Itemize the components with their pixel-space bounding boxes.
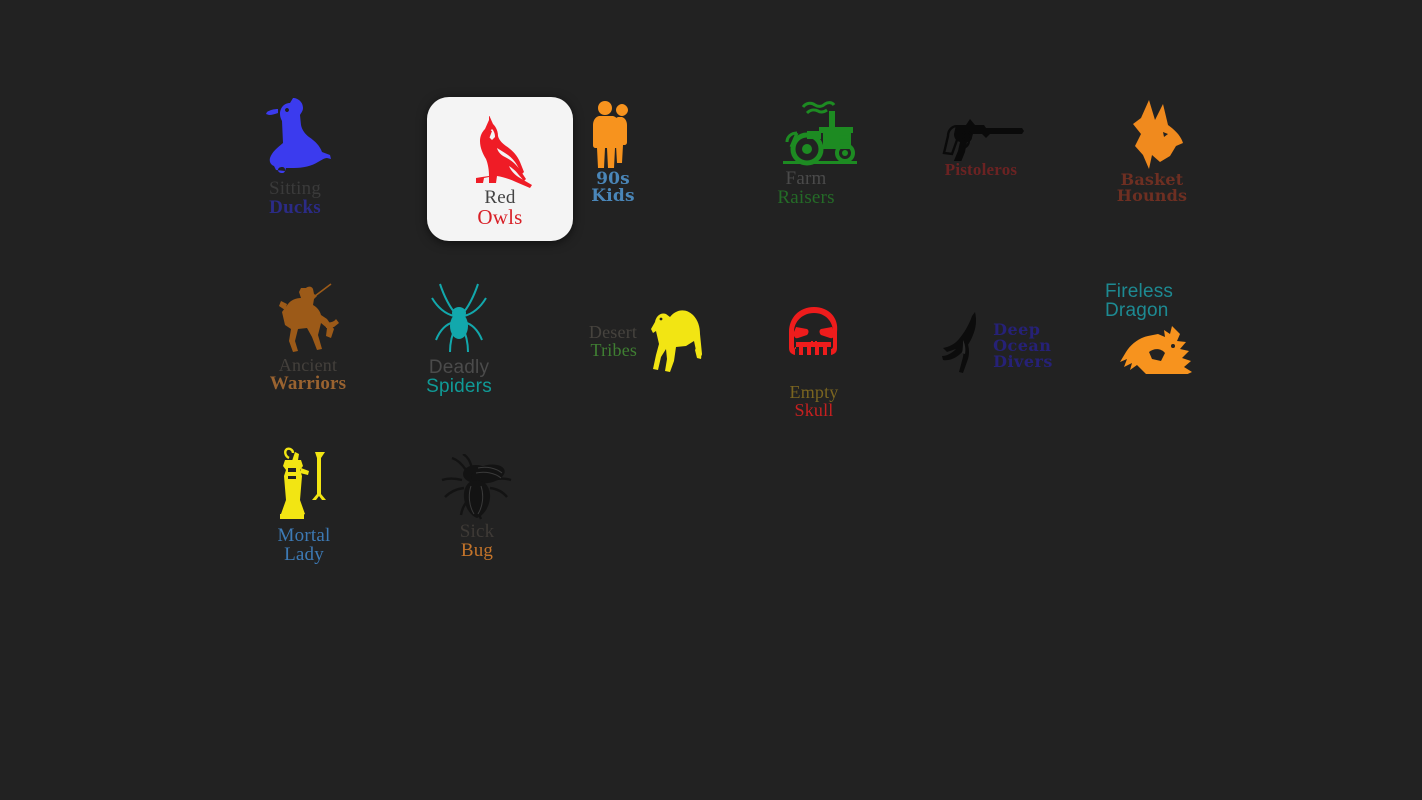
- wordmark-line-2: Kids: [591, 186, 635, 206]
- wordmark-line-1: Pistoleros: [944, 160, 1018, 180]
- wordmark-line-2: Bug: [460, 540, 494, 561]
- skull-icon: [783, 305, 845, 383]
- spider-icon: [428, 282, 490, 358]
- wordmark-line-2: Hounds: [1116, 186, 1188, 205]
- logo-card-mortal-lady[interactable]: Mortal Lady: [250, 444, 358, 566]
- wordmark-desert-tribes: Desert Tribes: [588, 321, 641, 360]
- logo-card-red-owls[interactable]: Red Owls: [427, 97, 573, 241]
- wordmark-line-2: Spiders: [426, 376, 492, 397]
- wordmark-line-2: Tribes: [590, 340, 638, 360]
- wordmark-sick-bug: Sick Bug: [459, 520, 495, 561]
- wordmark-red-owls: Red Owls: [477, 187, 523, 229]
- logo-card-basket-hounds[interactable]: Basket Hounds: [1100, 98, 1204, 204]
- logo-card-deadly-spiders[interactable]: Deadly Spiders: [408, 280, 510, 398]
- wordmark-line-2: Lady: [284, 544, 324, 565]
- egyptian-goddess-icon: [275, 446, 333, 526]
- wordmark-line-1: Desert: [588, 321, 638, 342]
- wordmark-line-2: Raisers: [777, 187, 835, 208]
- logo-gallery-canvas: Sitting Ducks Red Owls 90s Kids Farm Rai…: [0, 0, 1422, 800]
- revolver-icon: [936, 115, 1026, 164]
- wordmark-line-1: Farm: [785, 167, 827, 189]
- two-people-icon: [591, 99, 635, 171]
- wordmark-deep-ocean-divers: Deep Ocean Divers: [989, 321, 1053, 372]
- owl-icon: [456, 114, 544, 188]
- wordmark-90s-kids: 90s Kids: [591, 170, 635, 206]
- tractor-icon: [767, 97, 863, 169]
- fly-insect-icon: [440, 452, 514, 522]
- wordmark-line-1: Sitting: [268, 177, 322, 199]
- logo-card-sick-bug[interactable]: Sick Bug: [424, 450, 530, 564]
- wordmark-line-1: Sick: [459, 520, 495, 542]
- wordmark-line-3: Divers: [993, 352, 1053, 372]
- wordmark-line-1: Deadly: [428, 356, 490, 378]
- wordmark-line-1: Fireless: [1105, 280, 1174, 302]
- duck-icon: [257, 97, 333, 179]
- logo-card-sitting-ducks[interactable]: Sitting Ducks: [232, 92, 358, 222]
- dragon-head-icon: [1116, 324, 1194, 380]
- wordmark-line-2: Ducks: [269, 197, 321, 218]
- wordmark-fireless-dragon: Fireless Dragon: [1105, 280, 1205, 325]
- wordmark-mortal-lady: Mortal Lady: [277, 524, 331, 565]
- logo-card-ancient-warriors[interactable]: Ancient Warriors: [248, 276, 368, 396]
- wordmark-line-1: Empty: [789, 381, 839, 402]
- wordmark-line-2: Warriors: [269, 373, 347, 395]
- dog-head-icon: [1119, 98, 1185, 172]
- wordmark-line-2: Owls: [477, 204, 523, 229]
- logo-card-empty-skull[interactable]: Empty Skull: [768, 300, 860, 424]
- logo-card-90s-kids[interactable]: 90s Kids: [573, 96, 653, 208]
- orca-whale-icon: [941, 310, 989, 382]
- logo-card-farm-raisers[interactable]: Farm Raisers: [740, 94, 872, 210]
- wordmark-line-2: Dragon: [1105, 300, 1169, 321]
- wordmark-ancient-warriors: Ancient Warriors: [270, 356, 347, 394]
- logo-card-deep-ocean-divers[interactable]: Deep Ocean Divers: [940, 308, 1054, 384]
- logo-card-fireless-dragon[interactable]: Fireless Dragon: [1105, 278, 1205, 380]
- wordmark-empty-skull: Empty Skull: [789, 381, 839, 420]
- wordmark-line-1: Ancient: [278, 355, 338, 376]
- camel-icon: [641, 308, 713, 374]
- wordmark-pistoleros: Pistoleros: [944, 160, 1018, 180]
- knight-on-horse-icon: [269, 278, 357, 356]
- logo-card-pistoleros[interactable]: Pistoleros: [920, 110, 1042, 184]
- logo-card-desert-tribes[interactable]: Desert Tribes: [580, 305, 722, 377]
- wordmark-sitting-ducks: Sitting Ducks: [268, 177, 322, 218]
- wordmark-line-2: Skull: [794, 400, 834, 420]
- wordmark-deadly-spiders: Deadly Spiders: [426, 356, 492, 397]
- wordmark-basket-hounds: Basket Hounds: [1116, 171, 1188, 205]
- wordmark-line-1: Mortal: [277, 524, 331, 546]
- wordmark-farm-raisers: Farm Raisers: [777, 167, 835, 208]
